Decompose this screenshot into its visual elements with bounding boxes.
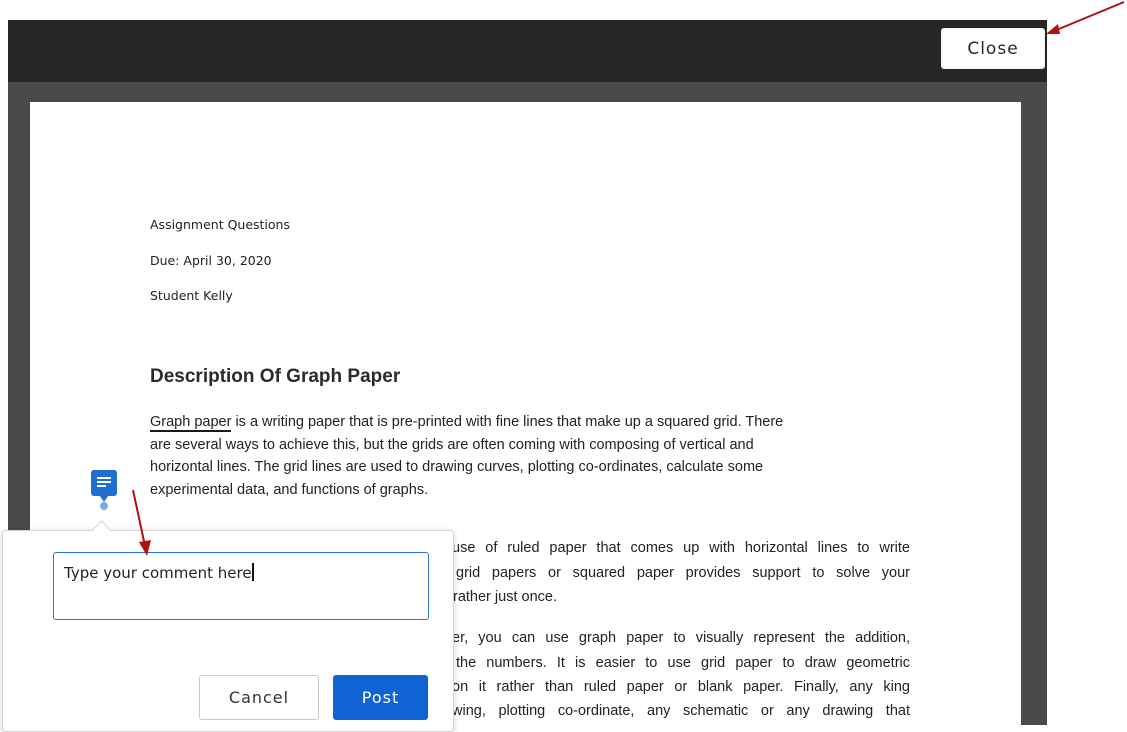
comment-anchor-dot <box>100 502 108 510</box>
post-button[interactable]: Post <box>333 675 428 720</box>
text-caret <box>251 563 254 581</box>
comment-icon[interactable] <box>91 470 117 502</box>
paragraph-1: Graph paper is a writing paper that is p… <box>150 411 910 501</box>
paragraph-text: use of ruled paper that comes up with ho… <box>452 540 910 556</box>
cancel-button[interactable]: Cancel <box>199 675 319 720</box>
top-margin <box>0 0 1127 20</box>
paragraph-text: grid papers or squared paper provides su… <box>456 565 910 581</box>
paragraph-text: rather just once. <box>453 589 557 605</box>
student-name: Student Kelly <box>150 288 233 303</box>
paragraph-text: on it rather than ruled paper or blank p… <box>452 679 910 695</box>
paragraph-text: is a writing paper that is pre-printed w… <box>231 414 784 430</box>
paragraph-line: experimental data, and functions of grap… <box>150 481 429 498</box>
highlighted-text[interactable]: Graph paper <box>150 414 232 432</box>
comment-input-text: Type your comment here <box>64 564 252 582</box>
document-title: Assignment Questions <box>150 217 290 232</box>
section-heading: Description Of Graph Paper <box>150 366 401 387</box>
due-date: Due: April 30, 2020 <box>150 253 272 268</box>
paragraph-text: wing, plotting co-ordinate, any schemati… <box>452 703 910 719</box>
paragraph-line: are several ways to achieve this, but th… <box>150 436 754 453</box>
comment-icon-line <box>97 485 106 487</box>
comment-input[interactable]: Type your comment here <box>53 552 429 620</box>
paragraph-text: the numbers. It is easier to use grid pa… <box>456 655 910 671</box>
viewer-toolbar <box>8 20 1047 82</box>
close-button[interactable]: Close <box>941 28 1045 69</box>
paragraph-line: Graph paper is a writing paper that is p… <box>150 411 910 434</box>
paragraph-text: er, you can use graph paper to visually … <box>452 630 910 646</box>
comment-icon-line <box>97 481 111 483</box>
comment-icon-line <box>97 477 111 479</box>
paragraph-line: horizontal lines. The grid lines are use… <box>150 459 764 475</box>
